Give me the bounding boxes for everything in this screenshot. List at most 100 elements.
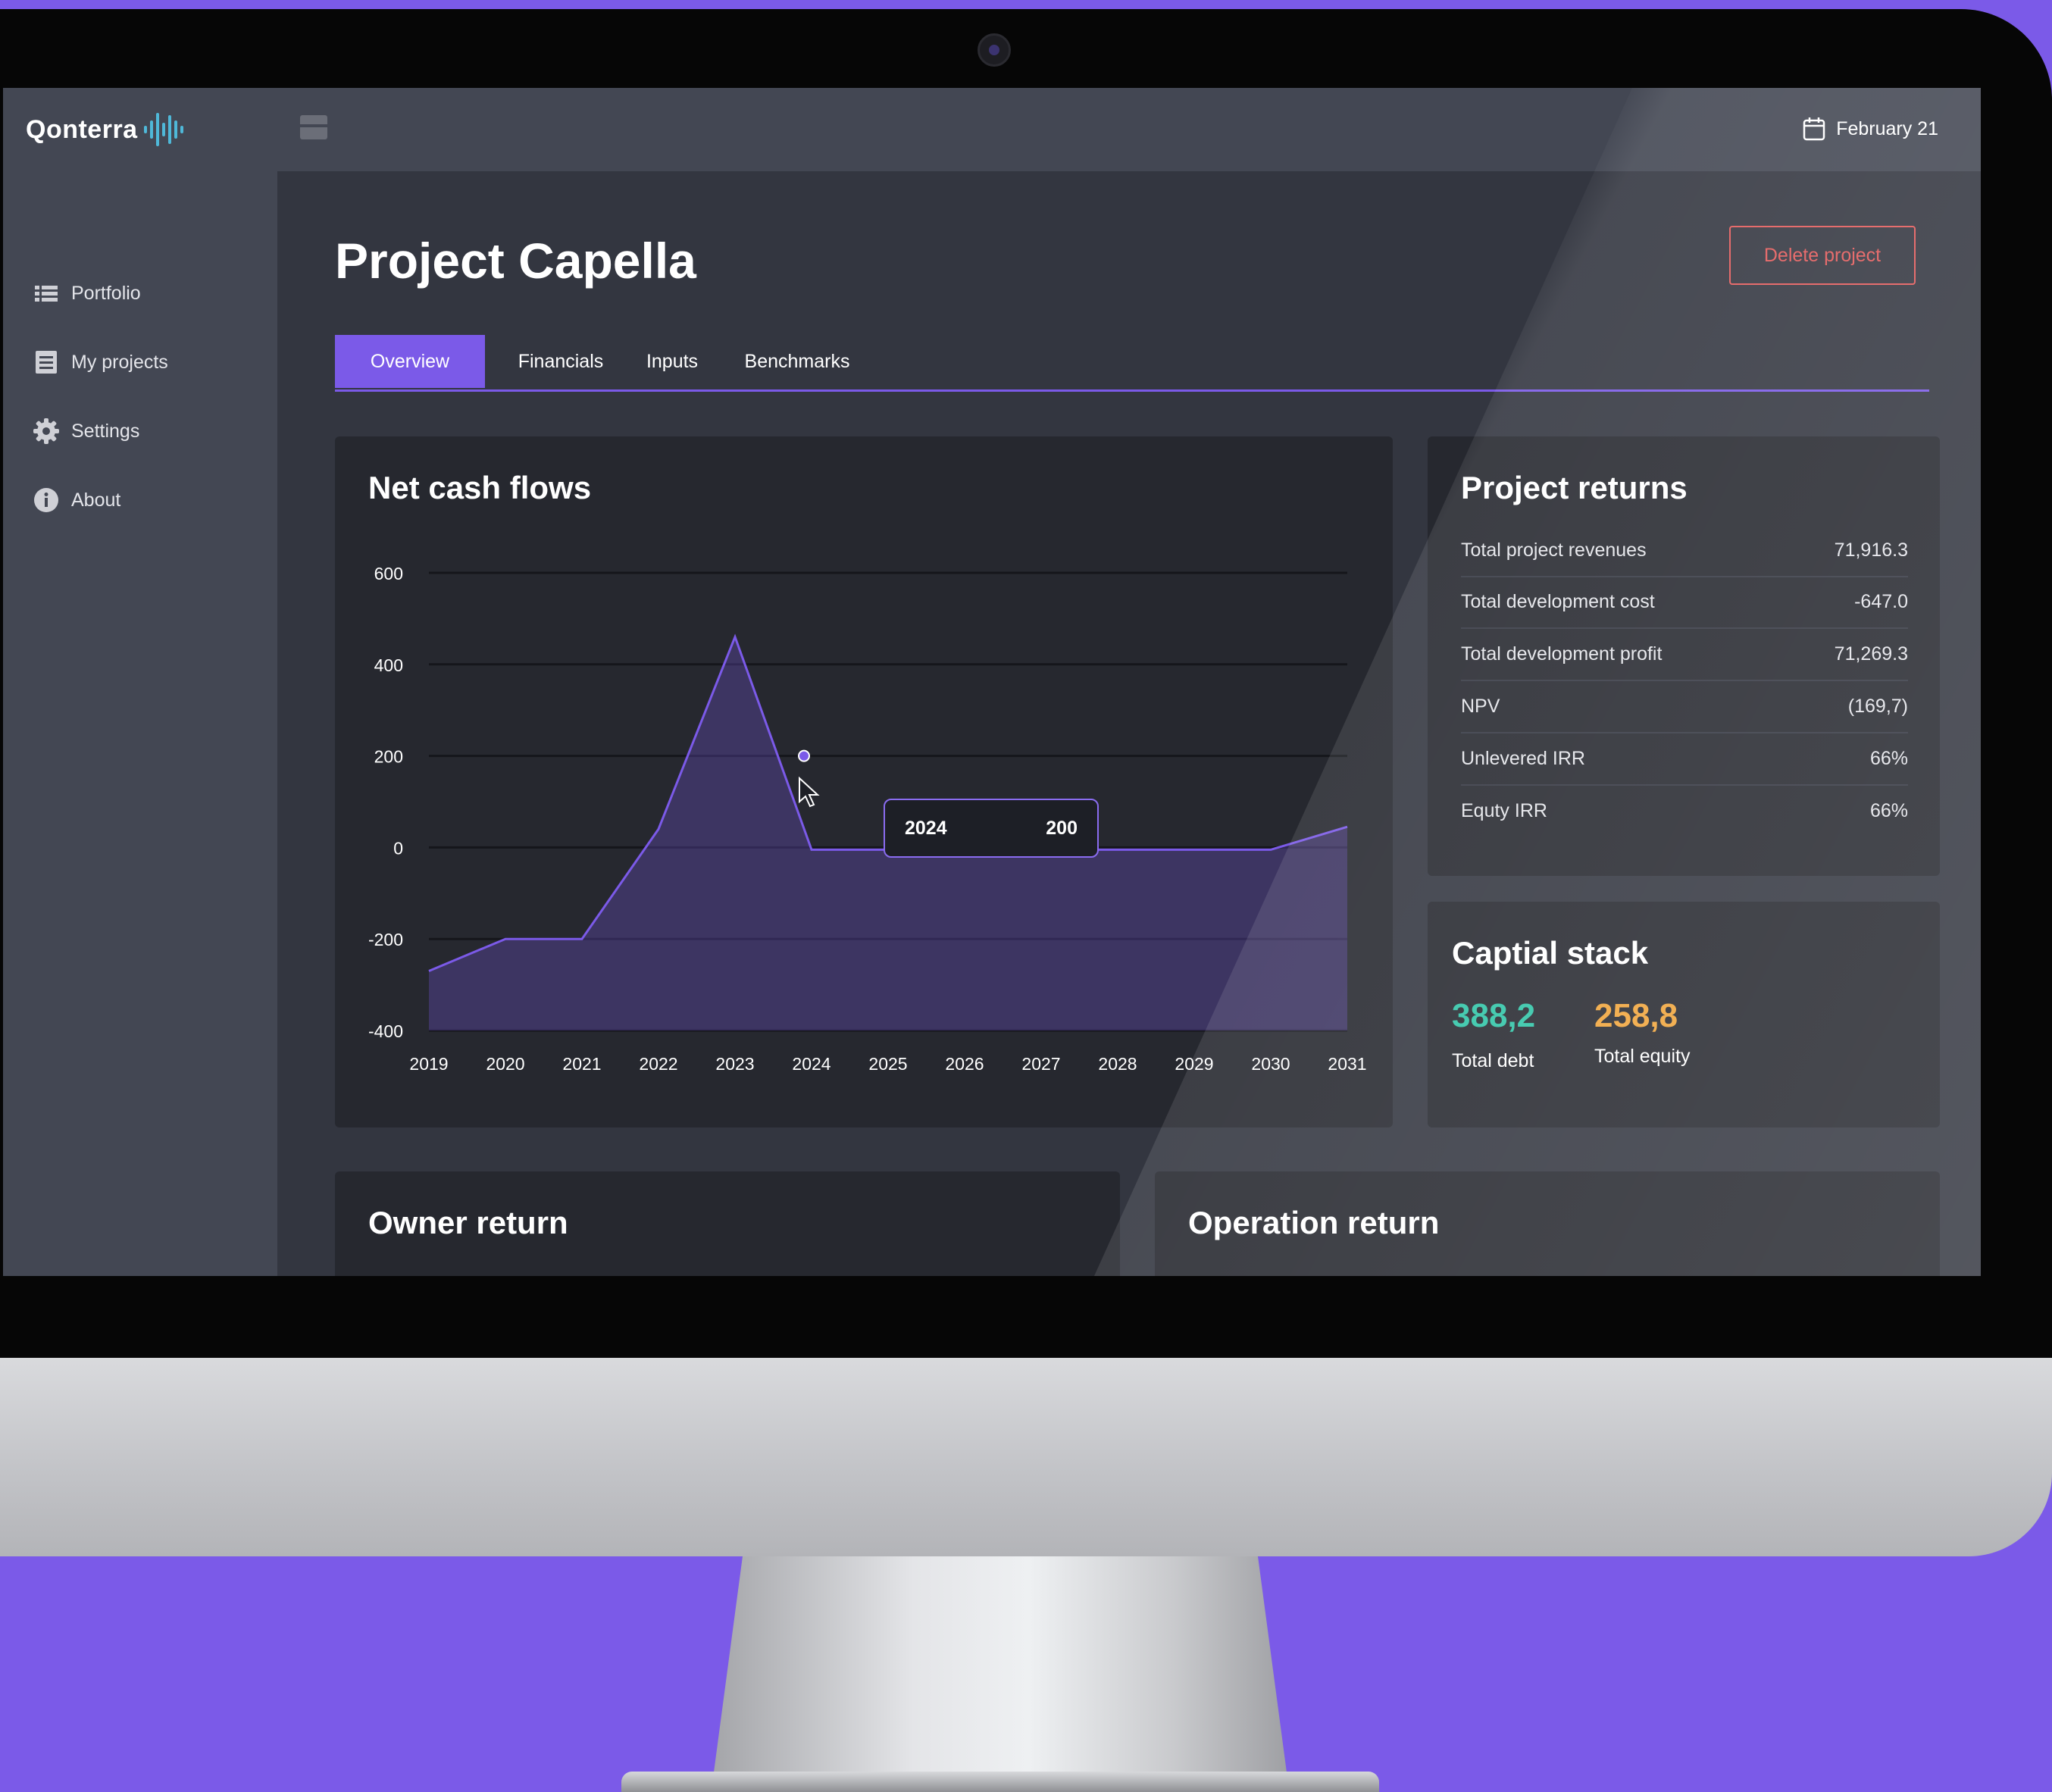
data-point xyxy=(1193,848,1196,851)
returns-value: 66% xyxy=(1869,799,1908,821)
monitor-stand-base xyxy=(621,1772,1379,1792)
app-screen: Qonterra February 21 Portfolio My projec… xyxy=(3,88,1981,1276)
returns-label: Total development cost xyxy=(1461,590,1655,612)
sidebar-item-portfolio[interactable]: Portfolio xyxy=(33,274,141,312)
tab-overview[interactable]: Overview xyxy=(335,335,485,388)
y-tick-label: 400 xyxy=(374,655,403,675)
owner-return-card: Owner return xyxy=(335,1171,1120,1276)
returns-label: Total development profit xyxy=(1461,643,1663,665)
y-tick-label: 600 xyxy=(374,564,403,583)
cursor-icon xyxy=(799,776,820,808)
x-tick-label: 2025 xyxy=(868,1054,907,1074)
x-tick-label: 2021 xyxy=(562,1054,601,1074)
sidebar-item-label: My projects xyxy=(71,351,168,373)
card-title: Operation return xyxy=(1188,1205,1440,1240)
tooltip-value: 200 xyxy=(1046,817,1078,839)
tab-bar: Overview Financials Inputs Benchmarks xyxy=(335,335,1929,392)
tab-inputs[interactable]: Inputs xyxy=(630,335,714,388)
waveform-icon xyxy=(143,113,183,146)
total-debt-label: Total debt xyxy=(1452,1050,1534,1071)
card-title: Captial stack xyxy=(1452,935,1649,971)
x-tick-label: 2029 xyxy=(1175,1054,1213,1074)
webcam-icon xyxy=(978,33,1011,67)
chart-tooltip: 2024 200 xyxy=(884,799,1099,858)
data-point xyxy=(1269,848,1272,851)
x-tick-label: 2023 xyxy=(715,1054,754,1074)
returns-label: Equty IRR xyxy=(1461,799,1547,821)
sidebar-item-label: Settings xyxy=(71,420,140,442)
returns-row-revenues: Total project revenues 71,916.3 xyxy=(1461,524,1908,577)
y-tick-label: 200 xyxy=(374,747,403,767)
total-equity-label: Total equity xyxy=(1594,1046,1691,1067)
returns-value: 71,269.3 xyxy=(1834,643,1908,665)
x-tick-label: 2026 xyxy=(945,1054,984,1074)
returns-label: NPV xyxy=(1461,695,1500,717)
capital-stack-card: Captial stack 388,2 Total debt 258,8 Tot… xyxy=(1428,902,1940,1127)
data-point xyxy=(427,969,430,972)
returns-row-unlevered-irr: Unlevered IRR 66% xyxy=(1461,733,1908,786)
net-cash-flows-card: Net cash flows 600 400 200 0 -200 -400 2019 202… xyxy=(335,436,1393,1127)
top-bar: Qonterra February 21 xyxy=(3,88,1981,171)
total-equity-value: 258,8 xyxy=(1594,997,1678,1034)
returns-label: Unlevered IRR xyxy=(1461,747,1585,769)
total-debt-value: 388,2 xyxy=(1452,997,1536,1034)
sidebar-toggle-button[interactable] xyxy=(300,115,327,139)
sidebar: Portfolio My projects Settings About xyxy=(3,171,277,1276)
x-tick-label: 2019 xyxy=(409,1054,448,1074)
data-point xyxy=(1346,825,1349,828)
x-tick-label: 2028 xyxy=(1098,1054,1137,1074)
date-text: February 21 xyxy=(1836,117,1938,139)
net-cash-flows-chart: 600 400 200 0 -200 -400 2019 2020 2021 2022 2023 20… xyxy=(368,564,1367,1074)
calendar-icon xyxy=(1803,117,1825,141)
data-point xyxy=(504,937,507,940)
x-tick-label: 2024 xyxy=(792,1054,830,1074)
x-tick-label: 2020 xyxy=(486,1054,524,1074)
operation-return-card: Operation return xyxy=(1155,1171,1940,1276)
sidebar-item-label: About xyxy=(71,489,121,511)
highlighted-point xyxy=(798,749,810,762)
x-tick-label: 2022 xyxy=(639,1054,677,1074)
data-point xyxy=(1116,848,1119,851)
returns-value: 71,916.3 xyxy=(1834,539,1908,561)
date-display[interactable]: February 21 xyxy=(1803,112,1938,145)
page-title: Project Capella xyxy=(335,233,696,289)
returns-row-development-profit: Total development profit 71,269.3 xyxy=(1461,628,1908,681)
tooltip-year: 2024 xyxy=(905,817,947,839)
returns-value: (169,7) xyxy=(1847,695,1908,717)
sidebar-item-my-projects[interactable]: My projects xyxy=(33,343,168,381)
gear-icon xyxy=(33,418,59,444)
list-icon xyxy=(35,286,58,302)
returns-value: -647.0 xyxy=(1854,590,1908,612)
app-logo[interactable]: Qonterra xyxy=(26,111,186,149)
returns-label: Total project revenues xyxy=(1461,539,1647,561)
sidebar-item-settings[interactable]: Settings xyxy=(33,412,139,450)
returns-value: 66% xyxy=(1869,747,1908,769)
sidebar-item-label: Portfolio xyxy=(71,282,141,304)
data-point xyxy=(810,848,813,851)
monitor-stand xyxy=(712,1556,1288,1784)
tab-benchmarks[interactable]: Benchmarks xyxy=(730,335,864,388)
project-returns-card: Project returns Total project revenues 7… xyxy=(1428,436,1940,876)
data-point xyxy=(657,827,660,830)
logo-text: Qonterra xyxy=(26,114,138,144)
y-tick-label: 0 xyxy=(393,838,403,858)
card-title: Owner return xyxy=(368,1205,568,1240)
returns-row-equity-irr: Equty IRR 66% xyxy=(1461,785,1908,837)
x-tick-label: 2031 xyxy=(1328,1054,1366,1074)
card-title: Project returns xyxy=(1461,470,1688,505)
x-tick-label: 2027 xyxy=(1021,1054,1060,1074)
x-tick-label: 2030 xyxy=(1251,1054,1290,1074)
monitor-chin xyxy=(0,1358,2052,1556)
tab-financials[interactable]: Financials xyxy=(505,335,617,388)
data-point xyxy=(734,636,737,639)
data-point xyxy=(580,937,583,940)
sidebar-item-about[interactable]: About xyxy=(33,481,120,519)
info-icon xyxy=(34,488,58,512)
returns-row-npv: NPV (169,7) xyxy=(1461,680,1908,733)
y-tick-label: -400 xyxy=(368,1021,403,1041)
delete-project-button[interactable]: Delete project xyxy=(1729,226,1916,285)
y-tick-label: -200 xyxy=(368,930,403,949)
main-content: Project Capella Delete project Overview … xyxy=(277,171,1981,1276)
document-icon xyxy=(36,351,57,374)
returns-row-development-cost: Total development cost -647.0 xyxy=(1461,576,1908,629)
